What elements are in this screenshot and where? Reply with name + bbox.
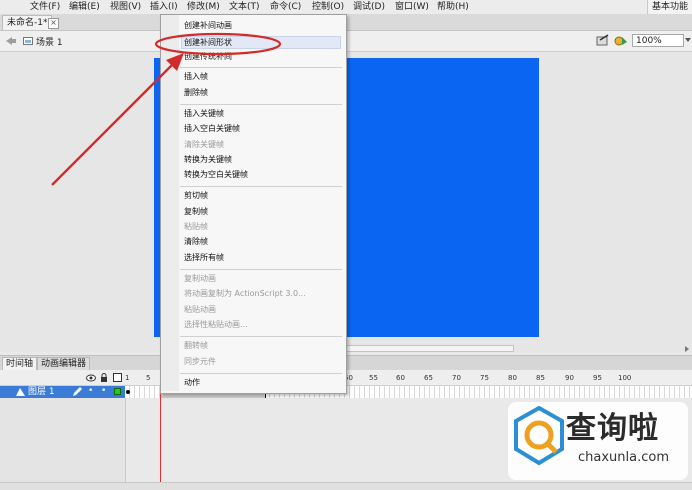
menu-item-clear-keyframe[interactable]: 清除关键帧 [184,139,224,151]
scene-icon [23,37,33,45]
menu-item-insert-blank-keyframe[interactable]: 插入空白关键帧 [184,123,240,135]
menu-edit[interactable]: 编辑(E) [69,0,100,14]
edit-symbols-icon[interactable] [614,34,628,46]
keyframe-dot[interactable] [126,390,130,394]
visibility-dot[interactable]: • [88,385,93,397]
menu-item-create-classic-tween[interactable]: 创建传统补间 [184,51,232,63]
menu-item-convert-to-blank-keyframes[interactable]: 转换为空白关键帧 [184,169,248,181]
menu-item-remove-frames[interactable]: 删除帧 [184,87,208,99]
menu-item-cut-frames[interactable]: 剪切帧 [184,190,208,202]
menu-divider [180,269,342,270]
menu-help[interactable]: 帮助(H) [437,0,469,14]
menu-text[interactable]: 文本(T) [229,0,260,14]
menu-insert[interactable]: 插入(I) [150,0,178,14]
menu-item-copy-motion-as3[interactable]: 将动画复制为 ActionScript 3.0... [184,288,306,300]
menu-bar: 文件(F) 编辑(E) 视图(V) 插入(I) 修改(M) 文本(T) 命令(C… [0,0,692,15]
layer-name-cell[interactable]: 图层 1 • • [0,386,125,398]
menu-divider [180,373,342,374]
frame-number: 95 [593,374,602,382]
menu-item-select-all-frames[interactable]: 选择所有帧 [184,252,224,264]
menu-divider [180,186,342,187]
eye-icon[interactable] [86,374,96,382]
close-icon[interactable]: × [48,18,59,29]
menu-item-convert-to-keyframes[interactable]: 转换为关键帧 [184,154,232,166]
document-tab[interactable]: 未命名-1* [2,15,53,30]
layer-name[interactable]: 图层 1 [28,386,55,398]
menu-item-clear-frames[interactable]: 清除帧 [184,236,208,248]
watermark-title: 查询啦 [566,411,659,446]
scroll-right-icon[interactable] [684,346,690,352]
menu-control[interactable]: 控制(O) [312,0,344,14]
menu-view[interactable]: 视图(V) [110,0,141,14]
lock-dot[interactable]: • [101,385,106,397]
scene-label: 场景 1 [36,38,63,48]
frame-number: 75 [480,374,489,382]
frame-number: 80 [508,374,517,382]
menu-item-insert-frame[interactable]: 插入帧 [184,71,208,83]
menu-item-create-motion-tween[interactable]: 创建补间动画 [184,20,232,32]
menu-divider [180,336,342,337]
frame-number: 90 [565,374,574,382]
edit-scene-icon[interactable] [596,34,610,46]
frame-number: 60 [396,374,405,382]
menu-file[interactable]: 文件(F) [30,0,60,14]
layer-color-swatch[interactable] [114,388,121,395]
horizontal-scrollbar[interactable] [346,345,514,352]
menu-item-insert-keyframe[interactable]: 插入关键帧 [184,108,224,120]
frame-number: 55 [369,374,378,382]
menu-item-synchronize-symbols[interactable]: 同步元件 [184,356,216,368]
tab-timeline[interactable]: 时间轴 [2,357,38,370]
menu-item-actions[interactable]: 动作 [184,377,200,389]
menu-divider [180,67,342,68]
layer-icon [16,388,25,396]
pencil-icon [73,387,82,396]
menu-item-copy-frames[interactable]: 复制帧 [184,206,208,218]
watermark-logo-icon [514,406,564,466]
menu-item-paste-motion-special[interactable]: 选择性粘贴动画... [184,319,248,331]
tab-motion-editor[interactable]: 动画编辑器 [37,357,91,370]
menu-item-paste-frames[interactable]: 粘贴帧 [184,221,208,233]
frame-number: 100 [618,374,632,382]
menu-commands[interactable]: 命令(C) [270,0,301,14]
menu-item-reverse-frames[interactable]: 翻转帧 [184,340,208,352]
menu-item-paste-motion[interactable]: 粘贴动画 [184,304,216,316]
layers-panel [0,398,126,482]
frame-number: 1 [125,374,130,382]
outline-icon[interactable] [113,373,122,382]
frame-number: 70 [452,374,461,382]
frame-number: 85 [536,374,545,382]
frame-number: 65 [424,374,433,382]
frame-number: 5 [146,374,151,382]
menu-modify[interactable]: 修改(M) [187,0,220,14]
zoom-input[interactable]: 100% [632,34,684,47]
menu-item-create-shape-tween[interactable]: 创建补间形状 [184,37,232,49]
watermark-url: chaxunla.com [578,450,669,465]
context-menu-gutter [161,15,179,391]
chevron-down-icon[interactable] [684,35,692,45]
menu-item-copy-motion[interactable]: 复制动画 [184,273,216,285]
menu-window[interactable]: 窗口(W) [395,0,429,14]
back-arrow-icon[interactable] [6,37,16,45]
menu-divider [180,104,342,105]
workspace-switcher[interactable]: 基本功能 [646,0,692,14]
lock-icon[interactable] [100,373,108,382]
menu-debug[interactable]: 调试(D) [353,0,385,14]
